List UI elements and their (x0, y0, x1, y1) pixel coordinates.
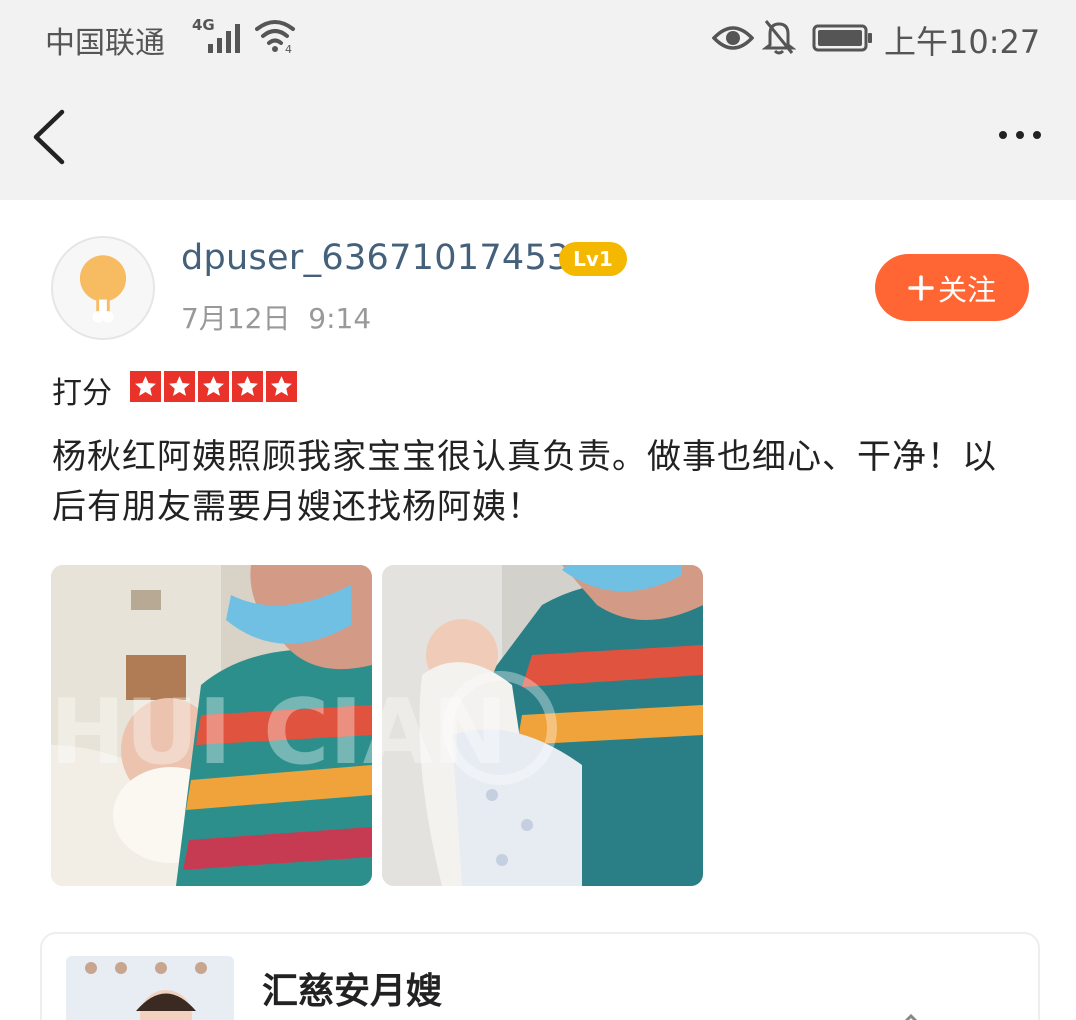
follow-label: 关注 (937, 272, 996, 307)
star-icon (198, 371, 229, 402)
star-icon (266, 371, 297, 402)
bell-muted-icon (762, 20, 796, 55)
shop-name: 汇慈安月嫂 (262, 971, 443, 1012)
post-clock: 9:14 (308, 302, 372, 335)
post-date: 7月12日 (181, 302, 291, 335)
review-text: 杨秋红阿姨照顾我家宝宝很认真负责。做事也细心、干净！以后有朋友需要月嫂还找杨阿姨… (52, 437, 997, 527)
star-icon (164, 371, 195, 402)
avatar[interactable] (51, 236, 155, 340)
chevron-up-icon (904, 1013, 918, 1020)
follow-button[interactable]: 关注 (875, 254, 1029, 321)
back-arrow-icon[interactable] (28, 106, 72, 168)
photo-image (382, 565, 703, 886)
carrier-name: 中国联通 (45, 26, 165, 61)
review-photo-1[interactable] (51, 565, 372, 886)
plus-icon (908, 274, 934, 301)
username[interactable]: dpuser_63671017453 (181, 238, 570, 278)
shop-card[interactable]: 汇慈安月嫂 (40, 932, 1040, 1020)
review-photo-2[interactable] (382, 565, 703, 886)
signal-icon (208, 24, 240, 53)
more-dots-icon[interactable] (995, 126, 1045, 144)
photo-image (51, 565, 372, 886)
nav-bar (0, 78, 1076, 200)
svg-text:4: 4 (285, 43, 292, 55)
star-icon (130, 371, 161, 402)
post-time: 7月12日 9:14 (181, 297, 371, 337)
status-time: 上午10:27 (884, 23, 1041, 61)
status-bar: 中国联通 4G 4 上午10:27 (0, 0, 1076, 78)
wifi-icon: 4 (255, 20, 295, 55)
rating-label: 打分 (52, 376, 112, 411)
signal-indicator: 4G (192, 16, 250, 56)
default-avatar-icon (79, 255, 127, 323)
star-icon (232, 371, 263, 402)
star-rating (130, 371, 297, 402)
shop-thumbnail (66, 956, 234, 1020)
shop-image (66, 956, 234, 1020)
level-badge: Lv1 (559, 242, 627, 276)
eye-icon (712, 26, 754, 50)
battery-icon (812, 24, 872, 52)
